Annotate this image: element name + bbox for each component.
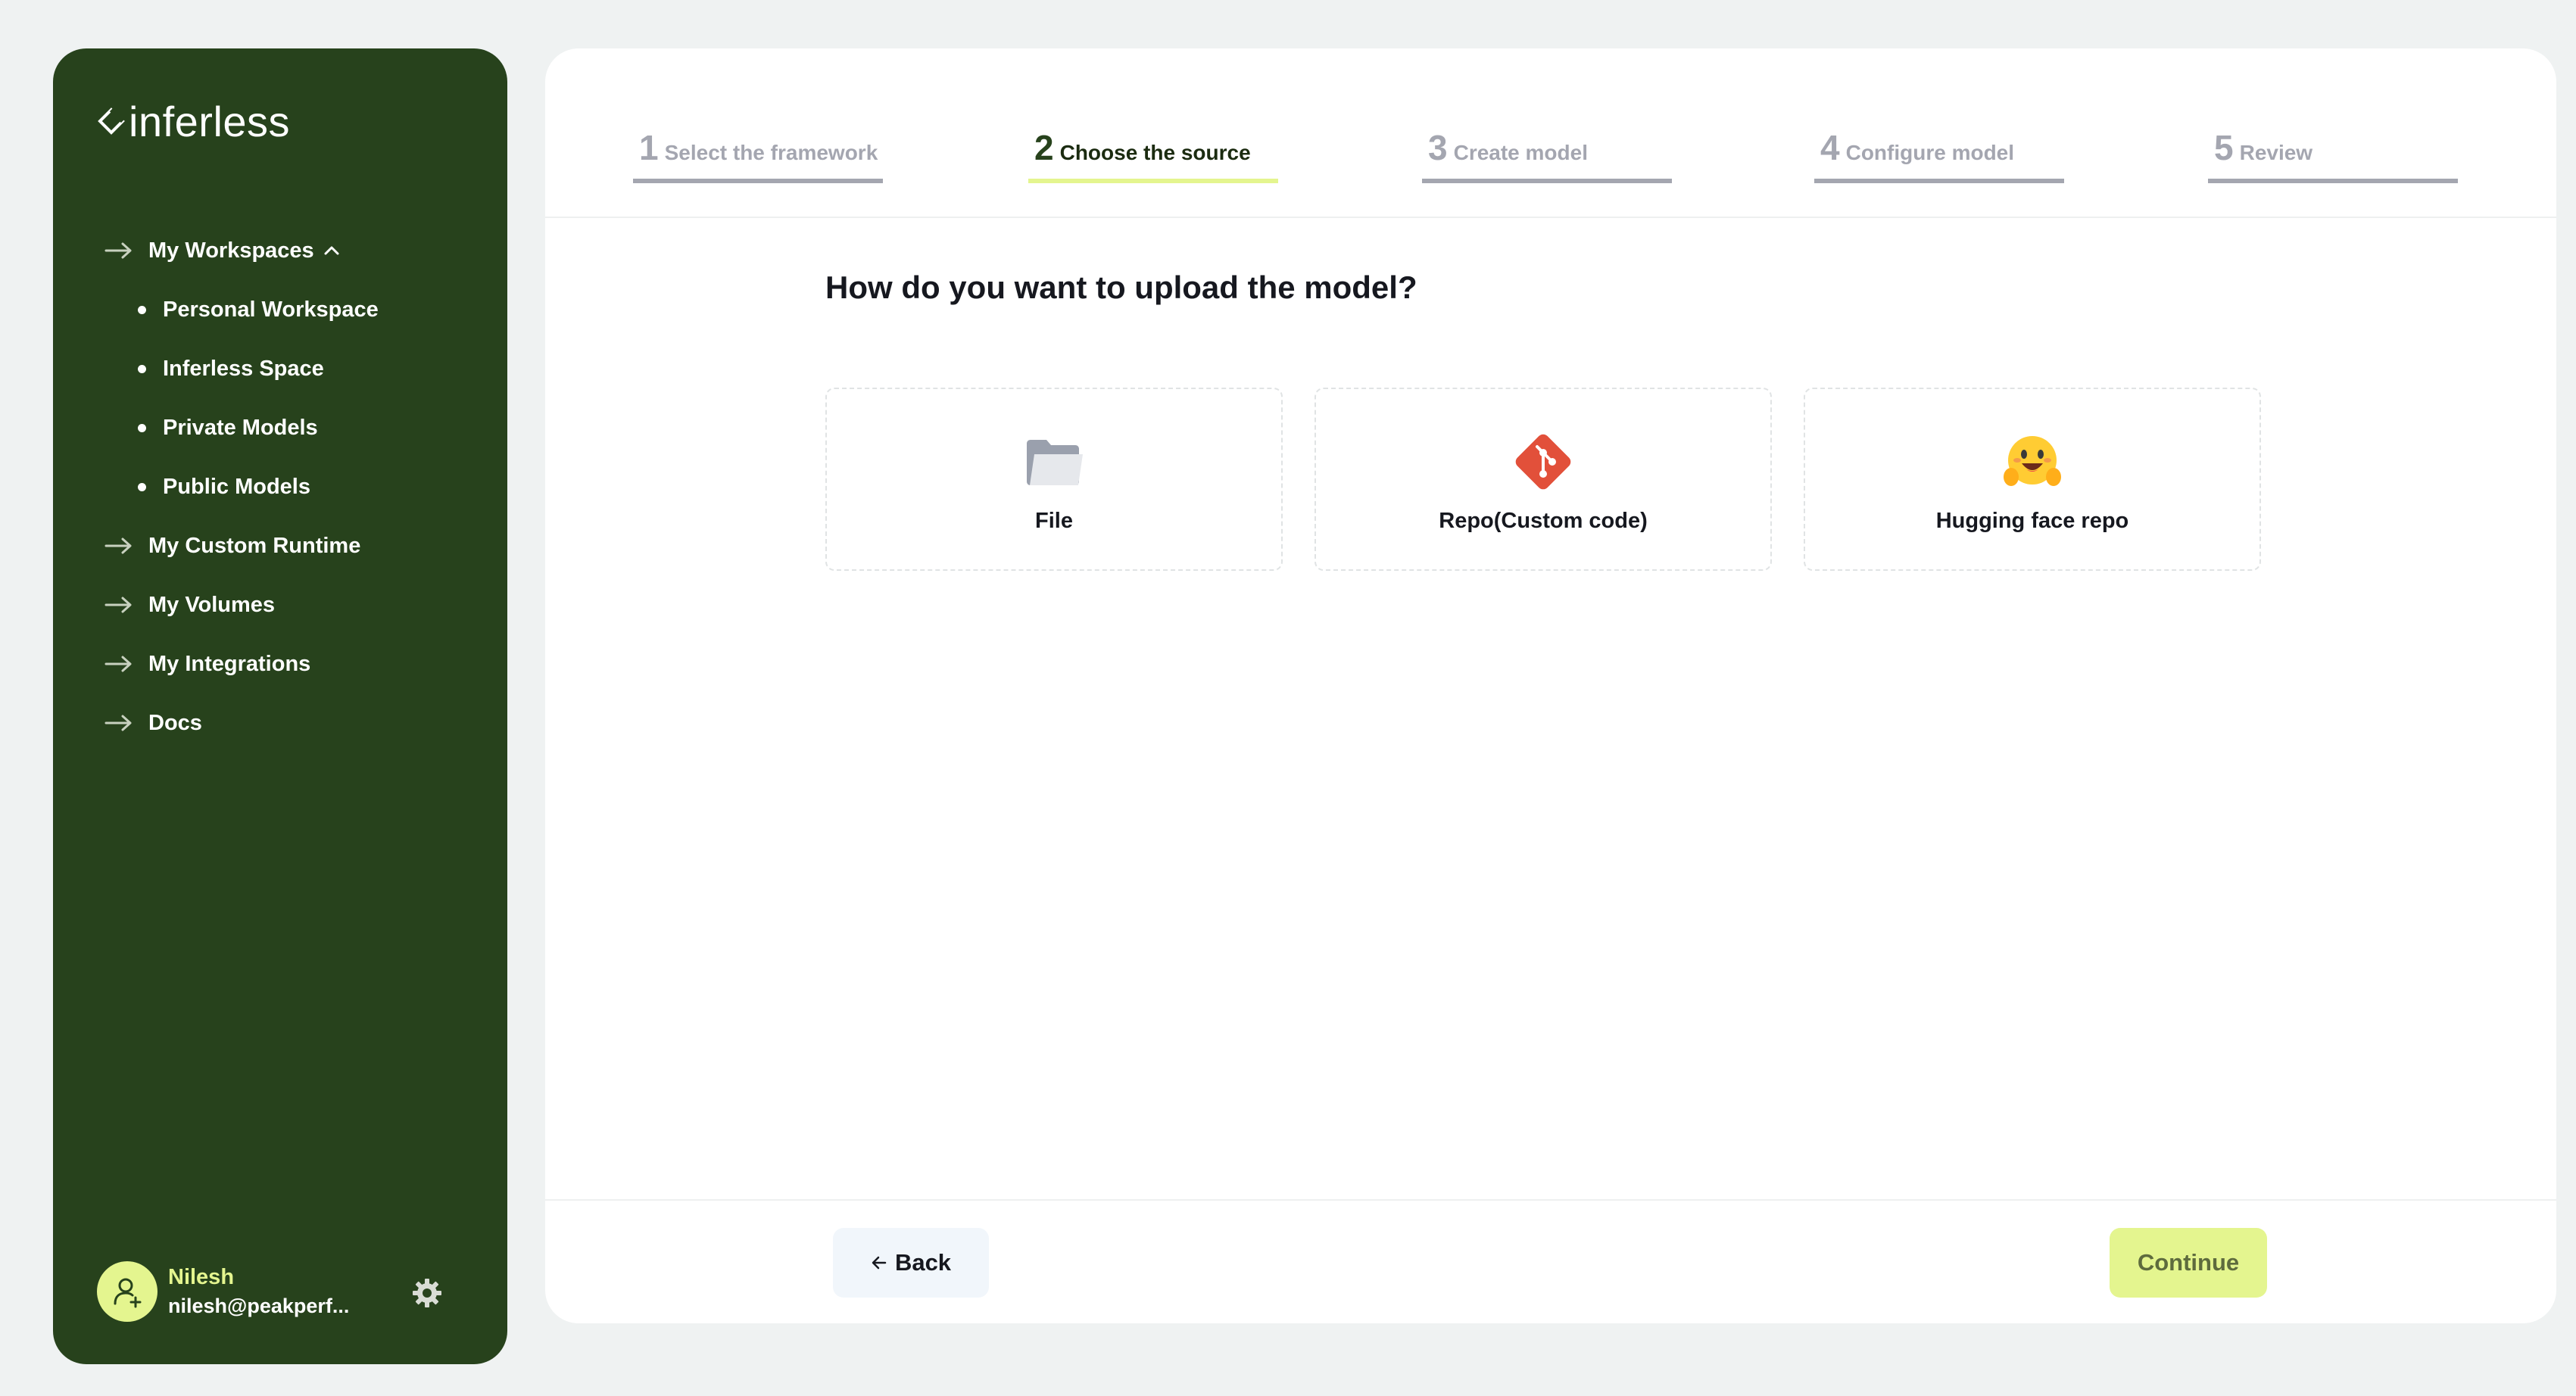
sidebar-item-private-models[interactable]: Private Models [104, 398, 492, 457]
source-option-label: File [1035, 509, 1073, 533]
continue-button[interactable]: Continue [2110, 1228, 2267, 1298]
arrow-right-icon [104, 656, 132, 672]
arrow-right-icon [104, 538, 132, 554]
sidebar-item-label: Private Models [163, 415, 318, 440]
chevron-up-icon [324, 246, 339, 255]
user-profile[interactable]: Nilesh nilesh@peakperf... [97, 1260, 447, 1323]
step-configure-model[interactable]: 4 Configure model [1814, 127, 2064, 233]
step-select-framework[interactable]: 1 Select the framework [633, 127, 883, 233]
folder-icon [1027, 440, 1083, 485]
step-number: 5 [2214, 128, 2234, 167]
step-progress-bar [1422, 179, 1672, 183]
step-number: 2 [1034, 128, 1054, 167]
step-label: Review [2239, 141, 2313, 164]
step-label: Create model [1453, 141, 1588, 164]
step-label: Choose the source [1059, 141, 1251, 164]
sidebar-item-public-models[interactable]: Public Models [104, 457, 492, 516]
bullet-icon [138, 364, 146, 373]
brand-name: inferless [129, 97, 291, 145]
step-number: 1 [639, 128, 659, 167]
user-info: Nilesh nilesh@peakperf... [168, 1263, 349, 1320]
sidebar-item-my-integrations[interactable]: My Integrations [104, 634, 492, 693]
step-number: 4 [1820, 128, 1840, 167]
back-button-label: Back [894, 1249, 952, 1276]
sidebar-item-label: Docs [148, 710, 202, 735]
sidebar-item-docs[interactable]: Docs [104, 693, 492, 753]
step-create-model[interactable]: 3 Create model [1422, 127, 1672, 233]
arrow-right-icon [104, 715, 132, 731]
sidebar-item-inferless-space[interactable]: Inferless Space [104, 339, 492, 398]
user-add-icon [114, 1278, 142, 1308]
bullet-icon [138, 423, 146, 432]
sidebar-item-label: My Custom Runtime [148, 533, 361, 558]
sidebar: inferless My Workspaces Personal Workspa… [53, 48, 507, 1364]
sidebar-item-label: Public Models [163, 474, 310, 499]
arrow-right-icon [104, 597, 132, 613]
brand-logo-icon [98, 108, 125, 135]
step-progress-bar [633, 179, 883, 183]
step-progress-bar [1028, 179, 1278, 183]
sidebar-item-my-custom-runtime[interactable]: My Custom Runtime [104, 516, 492, 575]
sidebar-item-my-volumes[interactable]: My Volumes [104, 575, 492, 634]
sidebar-item-label: Inferless Space [163, 356, 324, 381]
user-email: nilesh@peakperf... [168, 1295, 350, 1317]
hugging-face-icon [2004, 436, 2061, 486]
page-title: How do you want to upload the model? [825, 270, 1417, 305]
arrow-right-icon [104, 242, 132, 259]
step-choose-source[interactable]: 2 Choose the source [1028, 127, 1278, 233]
step-number: 3 [1428, 128, 1448, 167]
git-icon [1515, 434, 1571, 490]
avatar [97, 1261, 157, 1322]
step-progress-bar [1814, 179, 2064, 183]
brand-logo[interactable]: inferless [97, 91, 290, 151]
step-label: Select the framework [664, 141, 878, 164]
arrow-left-icon [872, 1256, 887, 1270]
sidebar-item-label: My Volumes [148, 592, 276, 617]
source-option-file[interactable]: File [825, 388, 1283, 571]
continue-button-label: Continue [2137, 1249, 2240, 1276]
user-name: Nilesh [168, 1265, 235, 1289]
bullet-icon [138, 482, 146, 491]
back-button[interactable]: Back [833, 1228, 989, 1298]
gear-icon[interactable] [410, 1276, 444, 1310]
sidebar-item-label: Personal Workspace [163, 297, 379, 322]
stepper: 1 Select the framework 2 Choose the sour… [545, 48, 2556, 218]
source-option-label: Repo(Custom code) [1439, 509, 1648, 533]
sidebar-nav: My Workspaces Personal Workspace Inferle… [104, 221, 492, 753]
step-progress-bar [2208, 179, 2458, 183]
source-option-label: Hugging face repo [1935, 509, 2129, 533]
footer-actions: Back Continue [545, 1199, 2556, 1323]
main-panel: 1 Select the framework 2 Choose the sour… [545, 48, 2556, 1323]
bullet-icon [138, 305, 146, 314]
source-option-repo[interactable]: Repo(Custom code) [1315, 388, 1772, 571]
step-review[interactable]: 5 Review [2208, 127, 2458, 233]
step-label: Configure model [1845, 141, 2015, 164]
sidebar-item-personal-workspace[interactable]: Personal Workspace [104, 280, 492, 339]
sidebar-item-my-workspaces[interactable]: My Workspaces [104, 221, 492, 280]
sidebar-item-label: My Integrations [148, 651, 311, 676]
sidebar-item-label: My Workspaces [148, 238, 314, 263]
source-option-hugging-face[interactable]: Hugging face repo [1804, 388, 2261, 571]
